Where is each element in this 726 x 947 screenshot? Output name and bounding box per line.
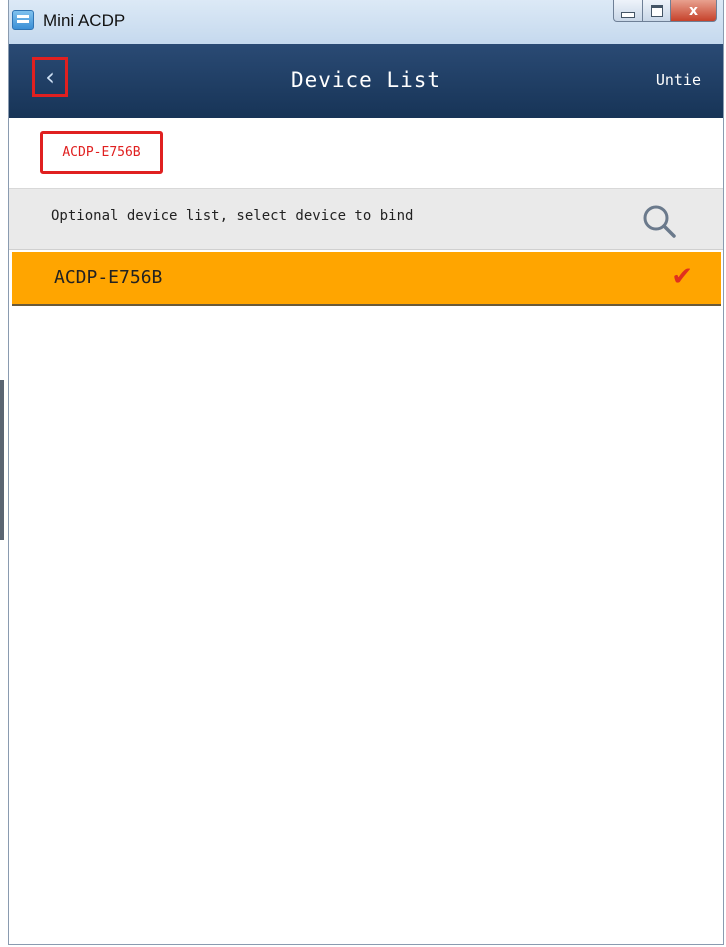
untie-button[interactable]: Untie xyxy=(656,71,701,89)
device-list-item[interactable]: ACDP-E756B ✔ xyxy=(12,252,721,306)
title-bar[interactable]: Mini ACDP x xyxy=(9,0,723,45)
checkmark-icon: ✔ xyxy=(671,262,693,292)
device-name: ACDP-E756B xyxy=(54,267,163,288)
minimize-button[interactable] xyxy=(613,0,643,22)
page-title: Device List xyxy=(290,68,442,92)
window-controls: x xyxy=(613,0,717,28)
app-window: Mini ACDP x ‹ Device List Untie ACDP-E75… xyxy=(8,0,724,945)
search-icon[interactable] xyxy=(639,201,679,241)
app-icon xyxy=(12,10,34,30)
search-hint-text: Optional device list, select device to b… xyxy=(51,208,414,224)
close-icon: x xyxy=(688,2,699,19)
close-button[interactable]: x xyxy=(671,0,717,22)
maximize-icon xyxy=(650,4,663,17)
current-device-label: ACDP-E756B xyxy=(40,131,163,174)
search-bar: Optional device list, select device to b… xyxy=(9,188,723,250)
background-edge xyxy=(0,380,4,540)
minimize-icon xyxy=(621,11,635,18)
window-title: Mini ACDP xyxy=(43,11,126,30)
maximize-button[interactable] xyxy=(643,0,671,22)
app-header: ‹ Device List Untie xyxy=(9,44,723,118)
